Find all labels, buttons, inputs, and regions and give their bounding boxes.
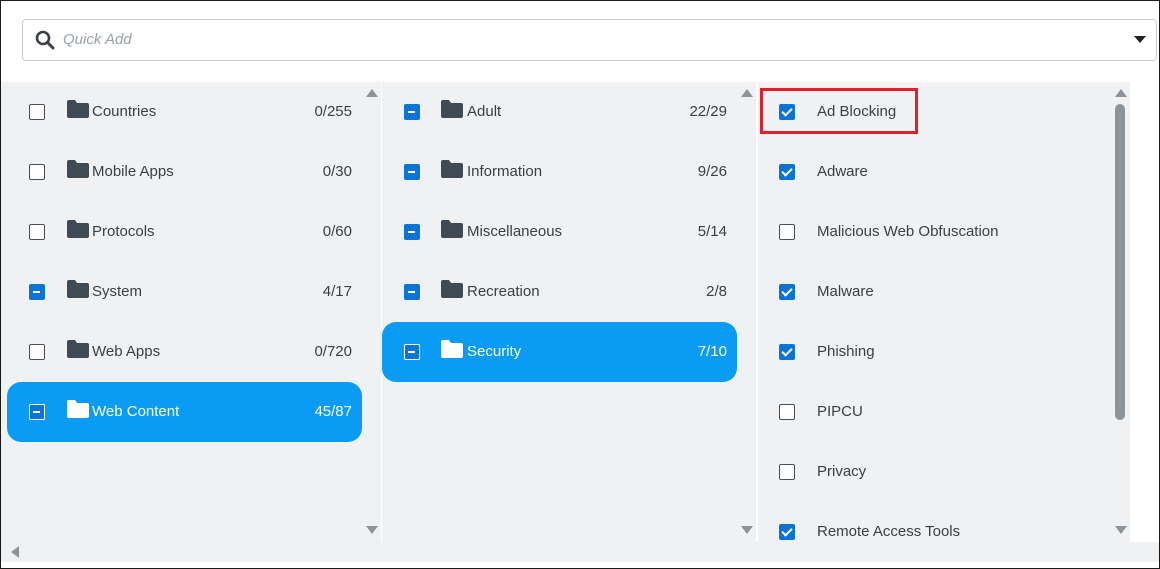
checkbox[interactable] <box>29 104 45 120</box>
list-item[interactable]: Adware <box>758 142 1111 202</box>
item-label: Phishing <box>817 343 875 360</box>
folder-icon <box>67 160 89 178</box>
list-item[interactable]: Web Apps 0/720 <box>7 322 362 382</box>
item-count: 2/8 <box>706 283 727 300</box>
category-scrollbar[interactable] <box>362 82 381 542</box>
checkbox[interactable] <box>779 404 795 420</box>
item-column: Ad Blocking Adware Malicious Web Obfuscati… <box>758 82 1111 542</box>
checkbox[interactable] <box>779 344 795 360</box>
item-label: Information <box>467 163 543 180</box>
item-count: 4/17 <box>322 283 352 300</box>
item-count: 7/10 <box>697 343 727 360</box>
list-item[interactable]: Countries 0/255 <box>7 82 362 142</box>
list-item[interactable]: Protocols 0/60 <box>7 202 362 262</box>
item-label: Adware <box>817 163 868 180</box>
quick-add-search[interactable]: Quick Add <box>22 19 1157 61</box>
list-item[interactable]: Malicious Web Obfuscation <box>758 202 1111 262</box>
checkbox[interactable] <box>779 164 795 180</box>
item-label: System <box>92 283 143 300</box>
item-count: 9/26 <box>697 163 727 180</box>
scroll-down-icon[interactable] <box>1115 526 1127 534</box>
folder-icon <box>67 280 89 298</box>
list-item[interactable]: PIPCU <box>758 382 1111 442</box>
list-item[interactable]: Web Content 45/87 <box>7 382 362 442</box>
list-item[interactable]: System 4/17 <box>7 262 362 322</box>
list-item[interactable]: Remote Access Tools <box>758 502 1111 542</box>
item-count: 22/29 <box>689 103 727 120</box>
folder-icon <box>67 220 89 238</box>
folder-icon <box>441 160 463 178</box>
chevron-down-icon[interactable] <box>1134 36 1146 43</box>
item-label: Miscellaneous <box>467 223 563 240</box>
checkbox[interactable] <box>29 164 45 180</box>
checkbox[interactable] <box>404 104 420 120</box>
item-label: Privacy <box>817 463 867 480</box>
item-count: 5/14 <box>697 223 727 240</box>
item-label: Countries <box>92 103 157 120</box>
item-label: Mobile Apps <box>92 163 174 180</box>
scroll-up-icon[interactable] <box>1115 89 1127 97</box>
scroll-left-icon[interactable] <box>11 546 19 558</box>
list-item[interactable]: Security 7/10 <box>382 322 737 382</box>
item-count: 45/87 <box>314 403 352 420</box>
item-scrollbar[interactable] <box>1111 82 1130 542</box>
list-item[interactable]: Adult 22/29 <box>382 82 737 142</box>
list-item[interactable]: Mobile Apps 0/30 <box>7 142 362 202</box>
item-label: Protocols <box>92 223 155 240</box>
folder-icon <box>67 100 89 118</box>
subcategory-scrollbar[interactable] <box>737 82 756 542</box>
folder-icon <box>441 220 463 238</box>
item-label: Security <box>467 343 522 360</box>
horizontal-scrollbar[interactable] <box>1 542 1159 562</box>
item-label: Adult <box>467 103 502 120</box>
list-item[interactable]: Phishing <box>758 322 1111 382</box>
subcategory-column: Adult 22/29 Information 9/26 Miscellaneous 5/… <box>382 82 737 542</box>
checkbox[interactable] <box>779 224 795 240</box>
scroll-thumb[interactable] <box>1115 104 1125 420</box>
folder-icon <box>441 280 463 298</box>
checkbox[interactable] <box>29 344 45 360</box>
checkbox[interactable] <box>29 284 45 300</box>
item-label: Web Content <box>92 403 180 420</box>
checkbox[interactable] <box>29 404 45 420</box>
item-label: Remote Access Tools <box>817 523 961 540</box>
search-input[interactable]: Quick Add <box>63 31 132 48</box>
folder-icon <box>441 100 463 118</box>
list-item[interactable]: Information 9/26 <box>382 142 737 202</box>
item-count: 0/60 <box>322 223 352 240</box>
category-column: Countries 0/255 Mobile Apps 0/30 Protocols 0/… <box>1 82 362 542</box>
item-count: 0/720 <box>314 343 352 360</box>
checkbox[interactable] <box>779 284 795 300</box>
scroll-down-icon[interactable] <box>741 526 753 534</box>
item-label: Malicious Web Obfuscation <box>817 223 999 240</box>
checkbox[interactable] <box>779 524 795 540</box>
list-item[interactable]: Recreation 2/8 <box>382 262 737 322</box>
checkbox[interactable] <box>404 224 420 240</box>
search-icon <box>35 30 55 50</box>
checkbox[interactable] <box>404 284 420 300</box>
item-label: PIPCU <box>817 403 863 420</box>
item-label: Recreation <box>467 283 540 300</box>
checkbox[interactable] <box>404 344 420 360</box>
folder-icon <box>441 340 463 358</box>
item-label: Malware <box>817 283 874 300</box>
item-count: 0/255 <box>314 103 352 120</box>
item-count: 0/30 <box>322 163 352 180</box>
list-item[interactable]: Malware <box>758 262 1111 322</box>
highlight-box <box>760 88 918 134</box>
list-item[interactable]: Privacy <box>758 442 1111 502</box>
checkbox[interactable] <box>404 164 420 180</box>
list-item[interactable]: Miscellaneous 5/14 <box>382 202 737 262</box>
scroll-up-icon[interactable] <box>741 89 753 97</box>
item-label: Web Apps <box>92 343 161 360</box>
checkbox[interactable] <box>29 224 45 240</box>
checkbox[interactable] <box>779 464 795 480</box>
folder-icon <box>67 340 89 358</box>
folder-icon <box>67 400 89 418</box>
filter-panel: Quick Add Countries 0/255 Mobile Apps 0/30 P… <box>0 0 1160 569</box>
scroll-up-icon[interactable] <box>366 89 378 97</box>
scroll-down-icon[interactable] <box>366 526 378 534</box>
